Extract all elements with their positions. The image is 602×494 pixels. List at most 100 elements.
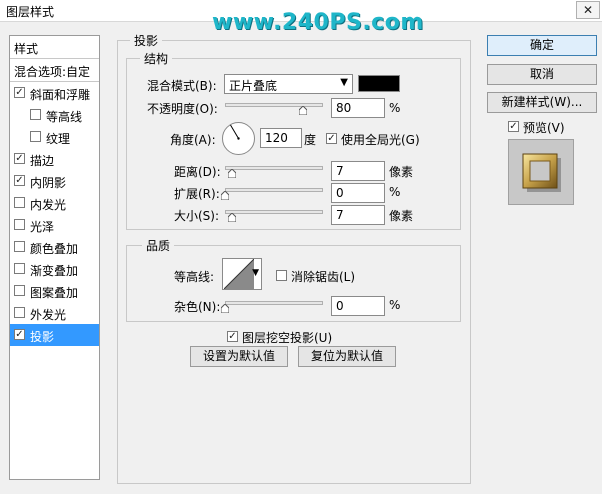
- noise-value: 0: [336, 299, 344, 313]
- opacity-slider-thumb[interactable]: [299, 106, 307, 115]
- inner-glow-checkbox[interactable]: [14, 197, 25, 208]
- angle-label: 角度(A):: [170, 133, 216, 147]
- knockout-checkbox[interactable]: ✓: [227, 331, 238, 342]
- knockout-label: 图层挖空投影(U): [242, 331, 333, 345]
- style-preview-thumbnail: [508, 139, 574, 205]
- cancel-button[interactable]: 取消: [487, 64, 597, 85]
- satin-checkbox[interactable]: [14, 219, 25, 230]
- make-default-button[interactable]: 设置为默认值: [190, 346, 288, 367]
- angle-unit: 度: [304, 133, 317, 147]
- spread-unit: %: [389, 185, 401, 199]
- distance-input[interactable]: 7: [331, 161, 385, 181]
- sidebar-item-label: 颜色叠加: [30, 242, 79, 256]
- distance-label: 距离(D):: [174, 165, 221, 179]
- global-light-checkbox[interactable]: ✓: [326, 133, 337, 144]
- pattern-overlay-checkbox[interactable]: [14, 285, 25, 296]
- noise-slider[interactable]: [225, 301, 323, 305]
- inner-shadow-checkbox[interactable]: ✓: [14, 175, 25, 186]
- contour-linear-icon: [224, 259, 254, 289]
- antialias-checkbox[interactable]: [276, 270, 287, 281]
- spread-input[interactable]: 0: [331, 183, 385, 203]
- sidebar-item-inner-glow[interactable]: 内发光: [10, 192, 99, 214]
- sidebar-item-bevel[interactable]: ✓ 斜面和浮雕: [10, 82, 99, 104]
- spread-label: 扩展(R):: [174, 187, 220, 201]
- ok-button[interactable]: 确定: [487, 35, 597, 56]
- close-button[interactable]: ✕: [576, 1, 600, 19]
- distance-slider[interactable]: [225, 166, 323, 170]
- color-overlay-checkbox[interactable]: [14, 241, 25, 252]
- size-unit: 像素: [389, 209, 414, 223]
- blend-options-label: 混合选项:自定: [14, 65, 91, 79]
- sidebar-item-pattern-overlay[interactable]: 图案叠加: [10, 280, 99, 302]
- opacity-slider[interactable]: [225, 103, 323, 107]
- size-label: 大小(S):: [174, 209, 220, 223]
- style-list: 样式 混合选项:自定 ✓ 斜面和浮雕 等高线 纹理 ✓ 描边 ✓ 内阴影 内发光…: [9, 35, 100, 480]
- bevel-checkbox[interactable]: ✓: [14, 87, 25, 98]
- window-title: 图层样式: [6, 5, 55, 19]
- sidebar-item-label: 等高线: [46, 110, 83, 124]
- opacity-label: 不透明度(O):: [147, 102, 218, 116]
- distance-slider-thumb[interactable]: [228, 169, 236, 178]
- blend-mode-label: 混合模式(B):: [147, 79, 217, 93]
- sidebar-item-texture[interactable]: 纹理: [10, 126, 99, 148]
- noise-input[interactable]: 0: [331, 296, 385, 316]
- opacity-value: 80: [336, 101, 352, 115]
- gradient-overlay-checkbox[interactable]: [14, 263, 25, 274]
- angle-input[interactable]: 120: [260, 128, 302, 148]
- sidebar-item-inner-shadow[interactable]: ✓ 内阴影: [10, 170, 99, 192]
- contour-checkbox[interactable]: [30, 109, 41, 120]
- noise-slider-thumb[interactable]: [221, 304, 229, 313]
- noise-unit: %: [389, 298, 401, 312]
- sidebar-item-gradient-overlay[interactable]: 渐变叠加: [10, 258, 99, 280]
- style-list-header-label: 样式: [14, 42, 39, 56]
- size-slider[interactable]: [225, 210, 323, 214]
- blend-options-item[interactable]: 混合选项:自定: [10, 59, 99, 81]
- contour-label: 等高线:: [174, 270, 215, 284]
- blend-mode-value: 正片叠底: [229, 79, 278, 93]
- sidebar-item-drop-shadow[interactable]: ✓ 投影: [10, 324, 99, 346]
- sidebar-item-satin[interactable]: 光泽: [10, 214, 99, 236]
- reset-default-button[interactable]: 复位为默认值: [298, 346, 396, 367]
- outer-glow-checkbox[interactable]: [14, 307, 25, 318]
- contour-picker[interactable]: ▼: [222, 258, 262, 290]
- gold-frame-preview-icon: [522, 153, 561, 192]
- sidebar-item-label: 纹理: [46, 132, 71, 146]
- size-slider-thumb[interactable]: [228, 213, 236, 222]
- sidebar-item-label: 斜面和浮雕: [30, 88, 91, 102]
- shadow-color-swatch[interactable]: [358, 75, 400, 92]
- stroke-checkbox[interactable]: ✓: [14, 153, 25, 164]
- noise-label: 杂色(N):: [174, 300, 221, 314]
- angle-value: 120: [265, 131, 288, 145]
- drop-shadow-checkbox[interactable]: ✓: [14, 329, 25, 340]
- chevron-down-icon: ▼: [340, 77, 348, 88]
- angle-dial[interactable]: [222, 122, 255, 155]
- spread-value: 0: [336, 186, 344, 200]
- opacity-unit: %: [389, 101, 401, 115]
- sidebar-item-label: 描边: [30, 154, 55, 168]
- size-input[interactable]: 7: [331, 205, 385, 225]
- new-style-button[interactable]: 新建样式(W)...: [487, 92, 597, 113]
- quality-group-title: 品质: [142, 237, 175, 254]
- spread-slider[interactable]: [225, 188, 323, 192]
- distance-unit: 像素: [389, 165, 414, 179]
- sidebar-item-label: 内发光: [30, 198, 67, 212]
- sidebar-item-color-overlay[interactable]: 颜色叠加: [10, 236, 99, 258]
- angle-dial-needle-icon: [230, 124, 240, 140]
- sidebar-item-label: 外发光: [30, 308, 67, 322]
- sidebar-item-contour[interactable]: 等高线: [10, 104, 99, 126]
- size-value: 7: [336, 208, 344, 222]
- blend-mode-select[interactable]: 正片叠底 ▼: [224, 74, 353, 94]
- texture-checkbox[interactable]: [30, 131, 41, 142]
- antialias-label: 消除锯齿(L): [291, 270, 356, 284]
- sidebar-item-stroke[interactable]: ✓ 描边: [10, 148, 99, 170]
- chevron-down-icon: ▼: [252, 268, 259, 278]
- global-light-label: 使用全局光(G): [341, 133, 420, 147]
- sidebar-item-outer-glow[interactable]: 外发光: [10, 302, 99, 324]
- preview-checkbox[interactable]: ✓: [508, 121, 519, 132]
- sidebar-item-label: 投影: [30, 330, 55, 344]
- style-list-header: 样式: [10, 36, 99, 58]
- sidebar-item-label: 图案叠加: [30, 286, 79, 300]
- opacity-input[interactable]: 80: [331, 98, 385, 118]
- spread-slider-thumb[interactable]: [221, 191, 229, 200]
- preview-label: 预览(V): [523, 121, 565, 135]
